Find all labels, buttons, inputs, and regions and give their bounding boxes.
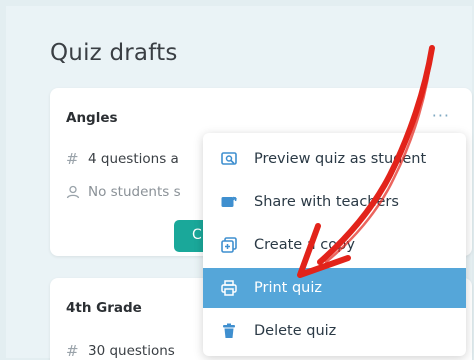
hash-icon: #	[66, 342, 79, 360]
question-count-row: # 4 questions a	[66, 150, 179, 168]
page-title: Quiz drafts	[50, 40, 178, 66]
question-count-row: # 30 questions	[66, 342, 175, 360]
menu-item-label: Delete quiz	[254, 323, 337, 339]
hash-icon: #	[66, 150, 79, 168]
question-count: 4 questions a	[88, 151, 179, 167]
menu-item-print[interactable]: Print quiz	[203, 268, 466, 308]
quiz-options-menu: Preview quiz as student Share with teach…	[203, 133, 466, 356]
menu-item-label: Print quiz	[254, 280, 322, 296]
menu-item-label: Share with teachers	[254, 194, 399, 210]
menu-item-copy[interactable]: Create a copy	[203, 225, 466, 265]
menu-item-preview[interactable]: Preview quiz as student	[203, 139, 466, 179]
menu-item-share[interactable]: Share with teachers	[203, 182, 466, 222]
preview-icon	[220, 150, 238, 168]
question-count: 30 questions	[88, 343, 175, 359]
person-icon	[66, 185, 88, 199]
share-icon	[220, 193, 238, 211]
quiz-card-title: Angles	[66, 110, 118, 126]
menu-item-label: Create a copy	[254, 237, 355, 253]
quiz-card-title: 4th Grade	[66, 300, 142, 316]
trash-icon	[220, 322, 238, 340]
print-icon	[220, 279, 238, 297]
menu-item-delete[interactable]: Delete quiz	[203, 311, 466, 351]
menu-item-label: Preview quiz as student	[254, 151, 427, 167]
students-status: No students s	[88, 184, 181, 200]
copy-icon	[220, 236, 238, 254]
more-options-icon[interactable]: ···	[432, 106, 450, 125]
students-row: No students s	[66, 184, 181, 200]
